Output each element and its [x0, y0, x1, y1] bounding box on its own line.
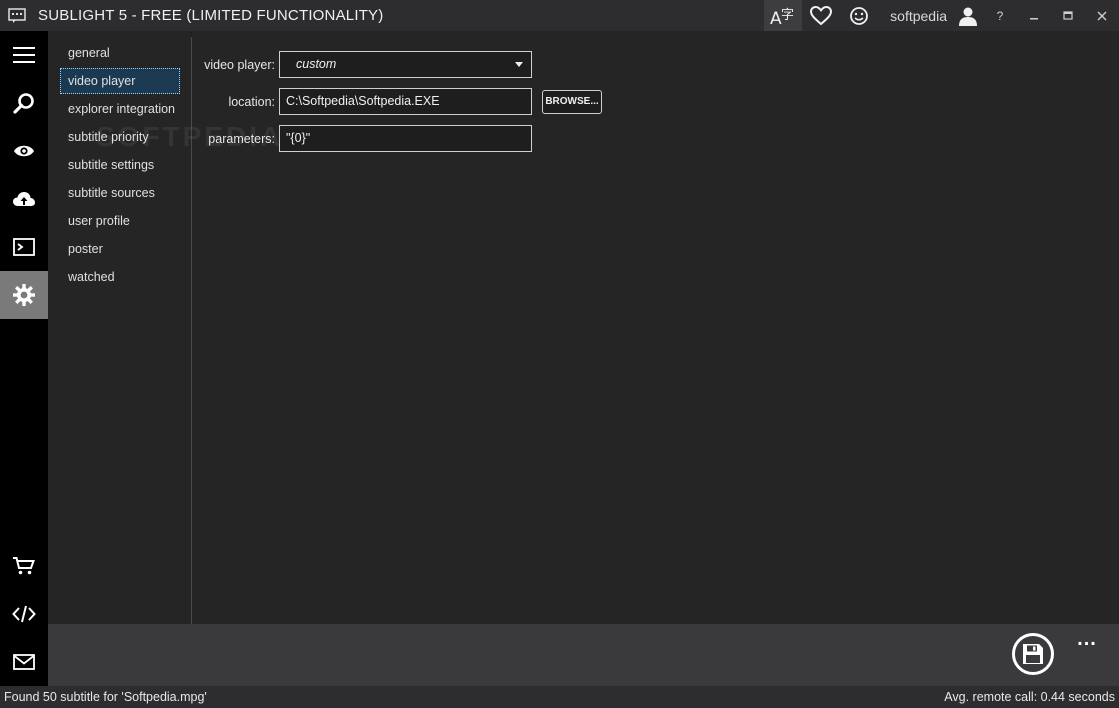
svg-text:字: 字 — [781, 8, 794, 23]
nav-item-subtitle-sources[interactable]: subtitle sources — [60, 180, 180, 206]
nav-item-watched[interactable]: watched — [60, 264, 180, 290]
parameters-label: parameters: — [208, 132, 275, 146]
status-remote-call: Avg. remote call: 0.44 seconds — [944, 690, 1115, 704]
action-bar: ... — [48, 624, 1119, 686]
cloud-upload-icon[interactable] — [0, 175, 48, 223]
user-icon[interactable] — [953, 0, 983, 31]
icon-rail — [0, 31, 48, 686]
app-logo-icon — [0, 0, 34, 31]
nav-item-poster[interactable]: poster — [60, 236, 180, 262]
maximize-button[interactable] — [1051, 0, 1085, 31]
terminal-icon[interactable] — [0, 223, 48, 271]
chevron-down-icon — [515, 62, 523, 67]
nav-item-explorer-integration[interactable]: explorer integration — [60, 96, 180, 122]
video-player-value: custom — [296, 57, 337, 71]
settings-nav: general video player explorer integratio… — [48, 31, 191, 624]
video-player-label: video player: — [204, 58, 275, 72]
parameters-field[interactable]: "{0}" — [279, 125, 532, 152]
mail-icon[interactable] — [0, 638, 48, 686]
gear-icon[interactable] — [0, 271, 48, 319]
video-player-dropdown[interactable]: custom — [279, 51, 532, 78]
nav-item-user-profile[interactable]: user profile — [60, 208, 180, 234]
save-button[interactable] — [1012, 633, 1054, 675]
code-icon[interactable] — [0, 590, 48, 638]
smiley-icon[interactable] — [840, 0, 878, 31]
help-button[interactable]: ? — [983, 0, 1017, 31]
close-button[interactable] — [1085, 0, 1119, 31]
location-label: location: — [228, 95, 275, 109]
location-field[interactable]: C:\Softpedia\Softpedia.EXE — [279, 88, 532, 115]
more-options-button[interactable]: ... — [1072, 629, 1102, 652]
nav-item-video-player[interactable]: video player — [60, 68, 180, 94]
heart-icon[interactable] — [802, 0, 840, 31]
floppy-disk-icon — [1023, 644, 1043, 664]
eye-icon[interactable] — [0, 127, 48, 175]
title-bar: SUBLIGHT 5 - FREE (LIMITED FUNCTIONALITY… — [0, 0, 1119, 31]
settings-content: video player: custom location: C:\Softpe… — [192, 31, 1119, 624]
minimize-button[interactable] — [1017, 0, 1051, 31]
browse-button[interactable]: BROWSE... — [542, 90, 602, 114]
status-bar: Found 50 subtitle for 'Softpedia.mpg' Av… — [0, 686, 1119, 708]
language-icon[interactable]: A字 — [764, 0, 803, 31]
nav-item-subtitle-settings[interactable]: subtitle settings — [60, 152, 180, 178]
cart-icon[interactable] — [0, 542, 48, 590]
window-title: SUBLIGHT 5 - FREE (LIMITED FUNCTIONALITY… — [38, 7, 384, 24]
menu-icon[interactable] — [0, 31, 48, 79]
nav-item-subtitle-priority[interactable]: subtitle priority — [60, 124, 180, 150]
status-message: Found 50 subtitle for 'Softpedia.mpg' — [4, 690, 207, 704]
search-icon[interactable] — [0, 79, 48, 127]
username-label[interactable]: softpedia — [878, 8, 953, 24]
nav-item-general[interactable]: general — [60, 40, 180, 66]
